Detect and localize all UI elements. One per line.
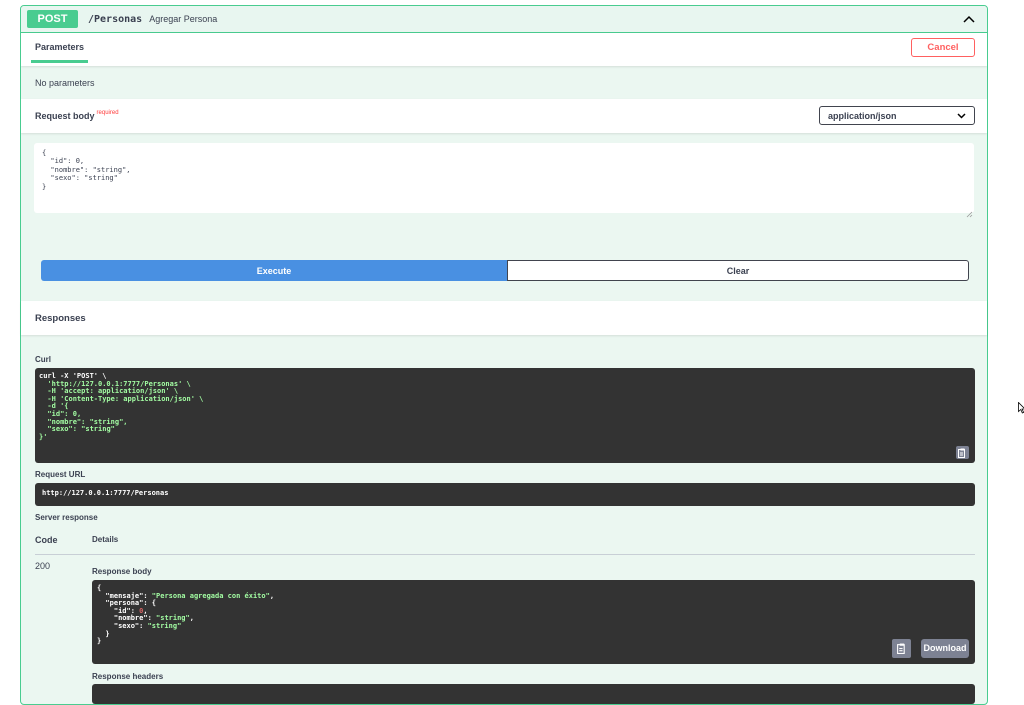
content-type-select[interactable]: application/json (819, 106, 975, 125)
editor-line: "id": 0, (42, 157, 85, 166)
editor-line: { (42, 149, 47, 157)
curl-token: , (123, 417, 128, 426)
chevron-down-icon (957, 111, 966, 121)
parameters-header: Parameters Cancel (21, 33, 987, 66)
responses-title: Responses (35, 313, 86, 324)
response-table-header: Code Details (35, 534, 975, 555)
editor-line: } (42, 182, 47, 191)
response-headers-block (92, 684, 975, 704)
request-url-value: http://127.0.0.1:7777/Personas (35, 483, 975, 506)
cancel-button[interactable]: Cancel (911, 38, 975, 57)
responses-header: Responses (21, 301, 987, 335)
json-token: "Persona agregada con éxito" (151, 591, 270, 600)
execute-button[interactable]: Execute (41, 260, 507, 281)
curl-label: Curl (35, 355, 51, 364)
copy-icon[interactable] (892, 639, 911, 658)
curl-command-block: curl -X 'POST' \ 'http://127.0.0.1:7777/… (35, 368, 975, 463)
response-body-block: { "mensaje": "Persona agregada con éxito… (92, 580, 975, 664)
request-body-header: Request body required application/json (21, 99, 987, 133)
col-details: Details (92, 535, 119, 544)
copy-icon[interactable] (956, 446, 969, 459)
curl-line: }' (39, 432, 48, 441)
request-body-title: Request body required (35, 110, 119, 121)
response-code: 200 (35, 561, 51, 571)
method-badge: POST (27, 10, 78, 28)
operation-summary[interactable]: POST /Personas Agregar Persona (21, 6, 987, 33)
tab-parameters[interactable]: Parameters (31, 42, 89, 63)
cursor-icon (1018, 402, 1024, 414)
curl-token: "string" (81, 425, 115, 434)
no-parameters-text: No parameters (35, 77, 95, 88)
response-body-label: Response body (92, 567, 152, 576)
chevron-up-icon[interactable] (961, 11, 977, 27)
response-headers-label: Response headers (92, 672, 164, 681)
json-token: , (269, 591, 275, 600)
content-type-value: application/json (828, 110, 897, 121)
operation-description: Agregar Persona (149, 14, 218, 24)
editor-line: "sexo": "string" (42, 174, 118, 183)
clear-button[interactable]: Clear (507, 260, 969, 281)
download-button[interactable]: Download (921, 639, 969, 658)
json-token: , (189, 614, 194, 623)
editor-line: "nombre": "string", (42, 165, 131, 174)
json-line: } (97, 637, 102, 646)
col-code: Code (35, 535, 58, 545)
resize-handle-icon[interactable] (966, 211, 973, 218)
json-token: "string" (147, 621, 182, 630)
request-body-title-text: Request body (35, 111, 95, 121)
operation-path: /Personas (88, 13, 143, 25)
required-badge: required (96, 110, 119, 116)
request-body-editor[interactable]: { "id": 0, "nombre": "string", "sexo": "… (34, 143, 974, 213)
execute-wrapper: Execute Clear (41, 260, 969, 281)
server-response-label: Server response (35, 513, 98, 522)
request-url-label: Request URL (35, 470, 86, 479)
